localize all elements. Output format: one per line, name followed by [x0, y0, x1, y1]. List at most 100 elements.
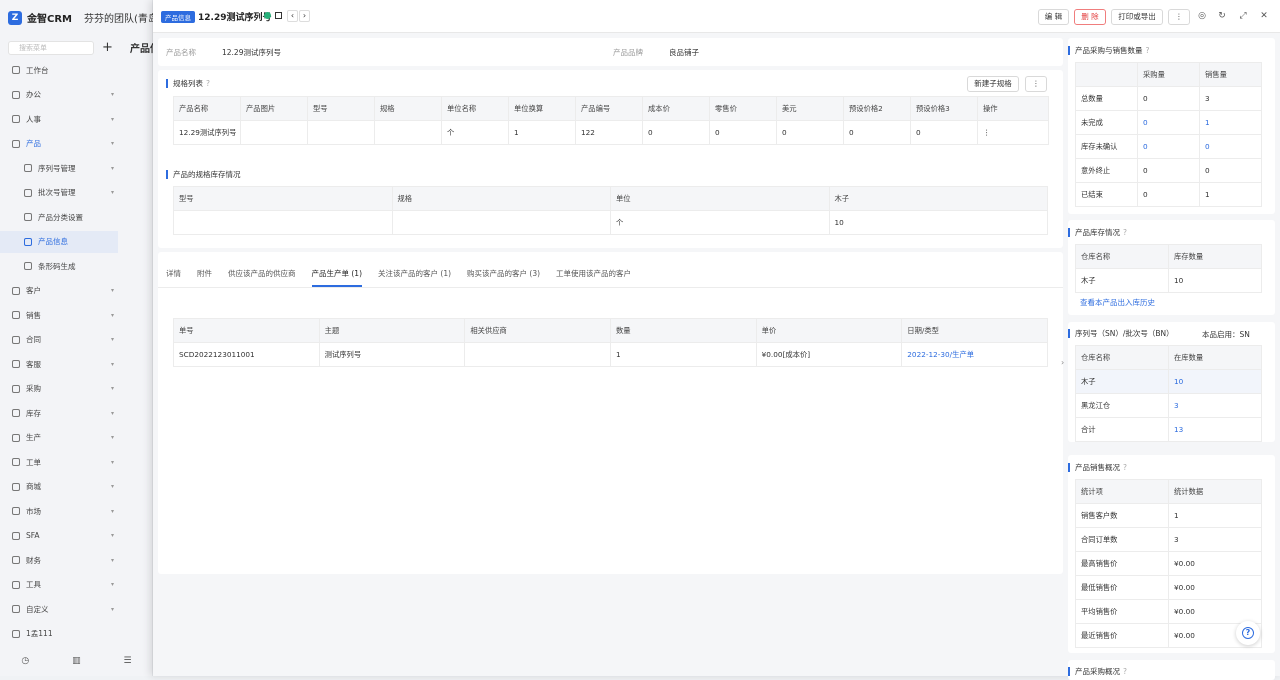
sidebar-item[interactable]: 人事 ▾ — [0, 108, 118, 130]
prev-record-button[interactable]: ‹ — [287, 10, 298, 22]
table-row: 个 10 — [173, 210, 1048, 235]
help-icon[interactable]: ? — [1123, 228, 1127, 237]
table-cell: 1 — [1168, 503, 1262, 528]
sidebar-item[interactable]: 库存 ▾ — [0, 402, 118, 424]
sidebar-item[interactable]: 采购 ▾ — [0, 378, 118, 400]
chart-icon[interactable]: ▥ — [72, 656, 81, 666]
table-cell[interactable]: 0 — [1137, 110, 1200, 135]
add-icon[interactable]: + — [102, 40, 113, 55]
column-header: 成本价 — [642, 96, 710, 121]
table-row: 总数量 0 3 — [1075, 86, 1262, 111]
sidebar-item[interactable]: 自定义 ▾ — [0, 598, 118, 620]
nav-item-icon — [12, 311, 20, 319]
sidebar-item[interactable]: 批次号管理 ▾ — [0, 182, 118, 204]
sidebar-item[interactable]: 客户 ▾ — [0, 280, 118, 302]
menu-search-input[interactable]: 搜索菜单 — [8, 41, 94, 55]
table-cell: 意外终止 — [1075, 158, 1138, 183]
background-sidebar: Z 金智CRM 搜索菜单 + 工作台 办公 ▾ 人事 ▾ 产品 ▾ 序列号管理 ▾ 批次号管理 ▾ 产品… — [0, 0, 153, 676]
chevron-down-icon: ▾ — [110, 556, 114, 564]
sidebar-item[interactable]: 工具 ▾ — [0, 574, 118, 596]
help-icon[interactable]: ? — [206, 79, 210, 88]
sidebar-item-label: 库存 — [26, 408, 41, 418]
sidebar-item[interactable]: 销售 ▾ — [0, 304, 118, 326]
table-cell: 库存未确认 — [1075, 134, 1138, 159]
basic-info-card: 产品名称 12.29测试序列号 产品品牌 良品铺子 — [158, 38, 1063, 66]
sidebar-item[interactable]: 财务 ▾ — [0, 549, 118, 571]
menu-icon[interactable]: ☰ — [123, 656, 131, 666]
sidebar-item-label: 工单 — [26, 457, 41, 467]
table-cell: ⋮ — [977, 120, 1049, 145]
help-icon[interactable]: ? — [1123, 667, 1127, 676]
table-cell[interactable]: 13 — [1168, 417, 1262, 442]
logo-icon: Z — [8, 10, 22, 25]
more-button[interactable]: ⋮ — [1168, 9, 1190, 25]
tab[interactable]: 供应该产品的供应商 — [228, 268, 296, 287]
column-header: 相关供应商 — [464, 318, 611, 343]
column-header: 单价 — [755, 318, 903, 343]
sidebar-item[interactable]: 条形码生成 — [0, 255, 118, 277]
inventory-card: 产品库存情况? 仓库名称 库存数量 木子 10 查看本产品出入库历史 — [1068, 220, 1275, 315]
refresh-icon[interactable]: ↻ — [1217, 11, 1227, 21]
sidebar-item[interactable]: 办公 ▾ — [0, 84, 118, 106]
column-header: 单位换算 — [508, 96, 576, 121]
serial-title: 序列号（SN）/批次号（BN） — [1068, 329, 1174, 338]
table-cell[interactable]: 10 — [1168, 369, 1262, 394]
sidebar-item[interactable]: 序列号管理 ▾ — [0, 157, 118, 179]
sidebar-item[interactable]: 市场 ▾ — [0, 500, 118, 522]
column-header: 产品图片 — [240, 96, 308, 121]
table-row: 合同订单数 3 — [1075, 527, 1262, 552]
sidebar-item[interactable]: SFA ▾ — [0, 525, 118, 547]
sidebar-item[interactable]: 产品信息 — [0, 230, 118, 253]
collapse-panel-icon[interactable]: › — [1061, 358, 1064, 367]
table-cell[interactable]: 0 — [1199, 134, 1262, 159]
fullscreen-icon[interactable]: ⤢ — [1238, 11, 1248, 21]
sidebar-item-label: 工作台 — [26, 65, 49, 75]
table-cell: 3 — [1199, 86, 1262, 111]
tab[interactable]: 产品生产单 (1) — [311, 268, 363, 287]
help-icon[interactable]: ? — [1146, 46, 1150, 55]
table-cell: SCD2022123011001 — [173, 342, 320, 367]
sidebar-item[interactable]: 1孟111 — [0, 623, 118, 645]
print-export-button[interactable]: 打印或导出 — [1111, 9, 1163, 25]
tab[interactable]: 工单使用该产品的客户 — [556, 268, 631, 287]
new-sub-spec-button[interactable]: 新建子规格 — [967, 76, 1019, 92]
sidebar-item[interactable]: 产品分类设置 — [0, 206, 118, 228]
tab[interactable]: 详情 — [166, 268, 181, 287]
tab[interactable]: 附件 — [197, 268, 212, 287]
delete-button[interactable]: 删 除 — [1074, 9, 1106, 25]
spec-more-button[interactable]: ⋮ — [1025, 76, 1047, 92]
help-button[interactable]: ? — [1236, 621, 1260, 645]
history-icon[interactable]: ◷ — [21, 656, 29, 666]
sidebar-item[interactable]: 客服 ▾ — [0, 353, 118, 375]
edit-button[interactable]: 编 辑 — [1038, 9, 1069, 25]
sidebar-item[interactable]: 生产 ▾ — [0, 427, 118, 449]
table-cell[interactable]: 3 — [1168, 393, 1262, 418]
sidebar-item[interactable]: 工单 ▾ — [0, 451, 118, 473]
close-icon[interactable]: ✕ — [1259, 11, 1269, 21]
product-detail-drawer: 产品信息 12.29测试序列号 ‹ › 编 辑 删 除 打印或导出 ⋮ ◎ ↻ … — [153, 0, 1280, 680]
help-icon[interactable]: ? — [1123, 463, 1127, 472]
tab[interactable]: 购买该产品的客户 (3) — [467, 268, 540, 287]
sidebar-item[interactable]: 产品 ▾ — [0, 133, 118, 155]
table-cell — [391, 210, 611, 235]
sidebar-item[interactable]: 合同 ▾ — [0, 329, 118, 351]
table-cell[interactable]: 0 — [1137, 134, 1200, 159]
chevron-down-icon: ▾ — [110, 581, 114, 588]
chevron-down-icon: ▾ — [110, 385, 114, 392]
chevron-down-icon: ▾ — [110, 311, 114, 319]
sidebar-item[interactable]: 商城 ▾ — [0, 476, 118, 498]
next-record-button[interactable]: › — [299, 10, 310, 22]
table-cell: 0 — [709, 120, 777, 145]
column-header: 型号 — [307, 96, 375, 121]
inventory-title: 产品库存情况? — [1068, 228, 1127, 237]
sidebar-item[interactable]: 工作台 — [0, 59, 118, 81]
inventory-history-link[interactable]: 查看本产品出入库历史 — [1080, 297, 1155, 308]
table-cell[interactable]: 1 — [1199, 110, 1262, 135]
column-header: 在库数量 — [1168, 345, 1262, 370]
table-row: 已结束 0 1 — [1075, 182, 1262, 207]
tab[interactable]: 关注该产品的客户 (1) — [378, 268, 451, 287]
settings-circle-icon[interactable]: ◎ — [1197, 11, 1207, 21]
qrcode-icon[interactable] — [275, 12, 282, 19]
table-cell[interactable]: 2022-12-30/生产单 — [901, 342, 1048, 367]
sidebar-item-label: 序列号管理 — [38, 163, 76, 173]
